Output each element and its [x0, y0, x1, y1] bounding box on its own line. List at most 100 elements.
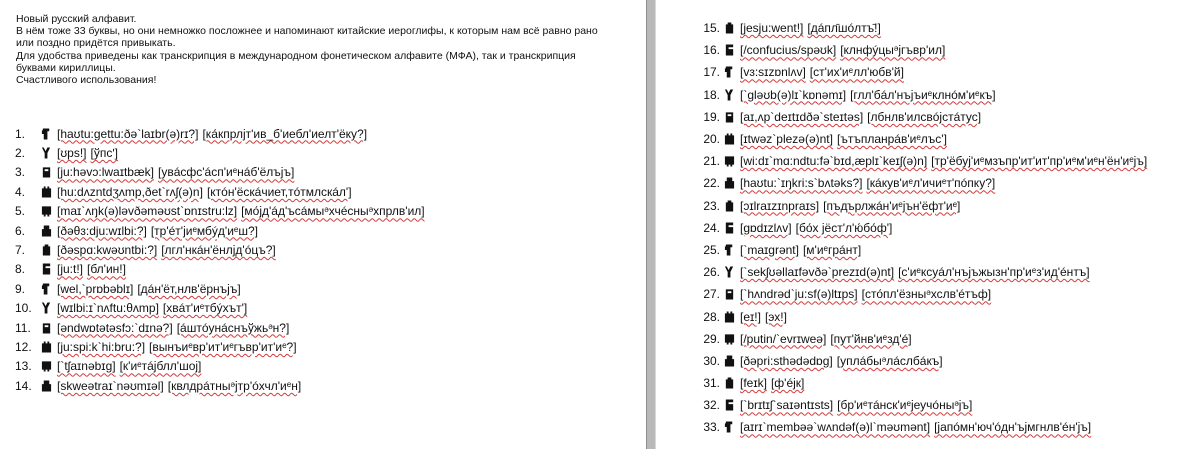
glyph-icon [724, 177, 735, 189]
ipa-transcription: [ðəθɜ:dju:wɪlbi:?] [57, 223, 147, 238]
letter-list-left: 1. [haʊtu:gettu:ðə`laɪbr(ə)rɪ?] [ка́кпрлјт… [15, 124, 425, 395]
letter-list-right: 15. [jesju:went!] [дáпл̄шóлтъ̄!] 16. [/confu… [698, 17, 1147, 439]
letter-number: 17. [703, 65, 720, 80]
letter-number: 20. [703, 132, 720, 147]
letter-row: 11. [əndwɒtətəsfɔ:`dɪnə?] [áштóунáснъўжьᵊн… [15, 318, 425, 337]
glyph-icon [41, 128, 50, 140]
ipa-transcription: [ju:həvɔ:lwaɪtbæk] [57, 165, 154, 180]
letter-number: 8. [15, 262, 26, 277]
letter-row: 1. [haʊtu:gettu:ðə`laɪbr(ə)rɪ?] [ка́кпрлјт… [15, 124, 425, 143]
ipa-transcription: [`gləʊb(ə)lɪ`kɒnəmɪ] [740, 87, 847, 102]
letter-number: 28. [703, 309, 720, 324]
cyrillic-transcription: [с'иᵉксуáл'нъјъжызн'пр'иᵉз'ид'éнтъ] [898, 265, 1090, 280]
cyrillic-transcription: [лгл'нкáн'ёнлјд'óцъ?] [161, 243, 276, 258]
letter-number: 22. [703, 176, 720, 191]
ipa-transcription: [/confucius/spəʊk] [740, 43, 837, 58]
glyph-icon [42, 263, 51, 275]
letter-row: 27. [`hʌndrəd`ju:sf(ə)ltɪps] [сто́пл'ёзныᵊ… [698, 283, 1147, 305]
letter-number: 13. [15, 359, 32, 374]
ipa-transcription: [/putin/`evrɪweə] [740, 331, 827, 346]
intro-text: Новый русский алфавит. В нём тоже 33 бук… [16, 13, 606, 86]
letter-number: 32. [703, 398, 720, 413]
cyrillic-transcription: [к'иᵉтáјблл'шој] [119, 359, 202, 374]
letter-row: 26. [`sekʃʊəllaɪfəvðə`prezɪd(ə)nt] [с'иᵉкс… [698, 261, 1147, 283]
glyph-icon [724, 156, 735, 167]
ipa-transcription: [ju:spi:k`hi:bru:?] [57, 339, 146, 354]
glyph-icon [724, 133, 735, 145]
letter-row: 33. [aɪrɪ`membəə`wʌndəf(ə)l`məʊmənt] [јапó… [698, 416, 1147, 438]
intro-line: В нём тоже 33 буквы, но они немножко пос… [16, 25, 598, 50]
letter-number: 21. [703, 154, 720, 169]
glyph-icon [41, 186, 52, 198]
letter-row: 6. [ðəθɜ:dju:wɪlbi:?] [тр'éт'јиᵉмбýд'иᵉш?] [15, 221, 425, 240]
cyrillic-transcription: [хвáт'иᵉтбýхът'] [162, 301, 248, 316]
letter-row: 19. [aɪ,ʌp`deɪtɪdðə`steɪtəs] [лбнлв'илсвóј… [698, 106, 1147, 128]
glyph-icon [724, 89, 734, 101]
glyph-icon [725, 222, 734, 234]
letter-number: 15. [703, 21, 720, 36]
letter-row: 2. [ʊps!] [ўпсʹ] [15, 143, 425, 162]
letter-row: 12. [ju:spi:k`hi:bru:?] [вынъиᵉвр'ит'иᵉгъв… [15, 337, 425, 356]
glyph-icon [41, 283, 50, 295]
glyph-icon [725, 112, 734, 123]
cyrillic-transcription: [пут'йнв'иᵉзд'é] [830, 331, 912, 346]
letter-number: 25. [703, 242, 720, 257]
ipa-transcription: [`sekʃʊəllaɪfəvðə`prezɪd(ə)nt] [740, 265, 895, 280]
letter-row: 15. [jesju:went!] [дáпл̄шóлтъ̄!] [698, 17, 1147, 39]
letter-row: 31. [feɪk] [ф'éјк] [698, 372, 1147, 394]
ipa-transcription: [wel,`prɒbəblɪ] [57, 281, 134, 296]
letter-number: 18. [703, 87, 720, 102]
ipa-transcription: [maɪ`ʌŋk(ə)ləvðəməʊst`ɒnɪstru:lz] [57, 204, 238, 219]
ipa-transcription: [hu:dʌzntdʒʌmp,ðet`rʌʃ(ə)n] [57, 184, 203, 199]
letter-number: 29. [703, 331, 720, 346]
letter-row: 8. [ju:t!] [бл'ин!] [15, 260, 425, 279]
page-divider [646, 0, 656, 449]
ipa-transcription: [`brɪtɪʃ`saɪəntɪsts] [740, 398, 834, 413]
cyrillic-transcription: [квлдрáтныᵊјтр'óхчл'иᵉн] [167, 378, 302, 393]
ipa-transcription: [ɪtwəz`plezə(ə)nt] [740, 132, 833, 147]
cyrillic-transcription: [эх!] [764, 309, 787, 324]
glyph-icon [725, 377, 734, 389]
letter-number: 27. [703, 287, 720, 302]
cyrillic-transcription: [мо́јд'áд'ъсáмыᵊхчéсныᵊхпрлв'ил] [241, 204, 425, 219]
ipa-transcription: [haʊtu:gettu:ðə`laɪbr(ə)rɪ?] [57, 126, 199, 141]
letter-row: 30. [ðəpri:sthədədɒg] [уплáбыᵊлáслбáкъ] [698, 350, 1147, 372]
letter-row: 20. [ɪtwəz`plezə(ə)nt] [ътъпланрáв'иᵉлъс'] [698, 128, 1147, 150]
letter-number: 11. [15, 320, 31, 335]
cyrillic-transcription: [пъдърлжáн'иᵉјън'ёфт'иᵉ] [823, 198, 961, 213]
letter-row: 4. [hu:dʌzntdʒʌmp,ðet`rʌʃ(ə)n] [ктóн'ёскáч… [15, 182, 425, 201]
cyrillic-transcription: [м'иᵉгрáнт] [802, 242, 862, 257]
ipa-transcription: [haʊtu:`ɪŋkri:s`bʌtəks?] [740, 176, 863, 191]
letter-row: 28. [eɪ!] [эх!] [698, 305, 1147, 327]
letter-number: 26. [703, 265, 720, 280]
cyrillic-transcription: [вынъиᵉвр'ит'иᵉгъвр'ит'иᵉ?] [149, 339, 297, 354]
cyrillic-transcription: [áштóунáснъўжьᵊн?] [176, 320, 290, 335]
glyph-icon [724, 66, 733, 78]
cyrillic-transcription: [уплáбыᵊлáслбáкъ] [836, 353, 943, 368]
letter-number: 10. [15, 301, 32, 316]
letter-number: 16. [703, 43, 720, 58]
ipa-transcription: [`tʃaɪnəbɪg] [57, 359, 116, 374]
cyrillic-transcription: [бл'ин!] [87, 262, 126, 277]
letter-row: 23. [ɔɪlraɪzɪnpraɪs] [пъдърлжáн'иᵉјън'ёфт'… [698, 195, 1147, 217]
glyph-icon [725, 44, 734, 56]
letter-row: 3. [ju:həvɔ:lwaɪtbæk] [увáсфс'áсп'иᵉнáб'ёл… [15, 163, 425, 182]
ipa-transcription: [aɪrɪ`membəə`wʌndəf(ə)l`məʊmənt] [740, 420, 931, 435]
intro-line: Для удобства приведены как транскрипция … [16, 49, 576, 74]
cyrillic-transcription: [дáпл̄шóлтъ̄!] [807, 21, 881, 36]
ipa-transcription: [wɪlbi:ɪ`nʌftu:θʌmp] [57, 301, 159, 316]
glyph-icon [725, 200, 734, 212]
letter-number: 3. [15, 165, 26, 180]
glyph-icon [41, 302, 51, 314]
intro-line: Новый русский алфавит. [16, 13, 137, 25]
letter-row: 10. [wɪlbi:ɪ`nʌftu:θʌmp] [хвáт'иᵉтбýхът'] [15, 299, 425, 318]
letter-row: 32. [`brɪtɪʃ`saɪəntɪsts] [бр'иᵉтáнск'иᵉјеу… [698, 394, 1147, 416]
glyph-icon [41, 147, 51, 159]
letter-row: 5. [maɪ`ʌŋk(ə)ləvðəməʊst`ɒnɪstru:lz] [мо́ј… [15, 202, 425, 221]
letter-row: 13. [`tʃaɪnəbɪg] [к'иᵉтáјблл'шој] [15, 357, 425, 376]
glyph-icon [724, 334, 735, 345]
cyrillic-transcription: [ктóн'ёскáчиет,тóтмлскáл'] [206, 184, 352, 199]
letter-row: 14. [skweətraɪ`nəʊmɪəl] [квлдрáтныᵊјтр'óхч… [15, 376, 425, 395]
letter-number: 33. [703, 420, 720, 435]
cyrillic-transcription: [ф'éјк] [770, 376, 805, 391]
